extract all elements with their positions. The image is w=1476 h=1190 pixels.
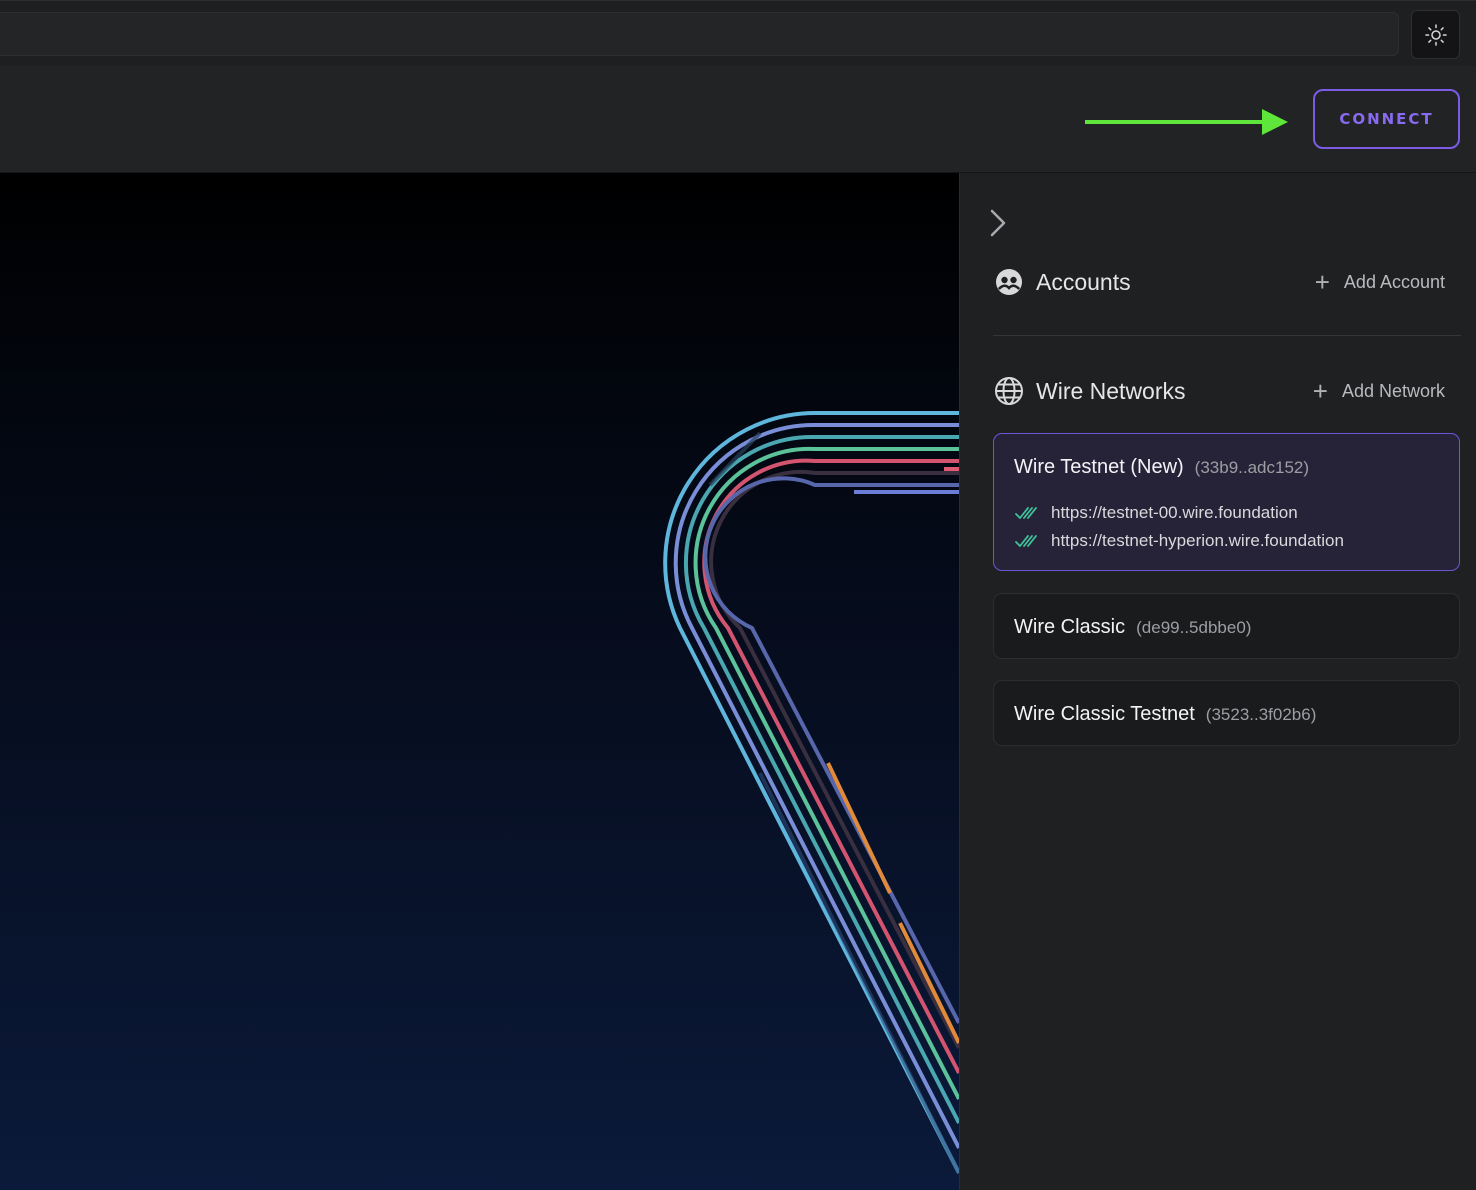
annotation-arrow-icon [1085, 109, 1288, 135]
endpoint-url: https://testnet-hyperion.wire.foundation [1051, 531, 1344, 550]
right-sidebar: Accounts + Add Account Wire Networks + A… [959, 173, 1476, 1190]
network-name: Wire Classic [1014, 616, 1126, 638]
wire-lines-graphic [663, 411, 959, 1174]
collapse-sidebar-button[interactable] [986, 205, 1010, 241]
accounts-title: Accounts [1036, 268, 1131, 295]
endpoint-url: https://testnet-00.wire.foundation [1051, 503, 1298, 522]
add-network-label: Add Network [1341, 380, 1445, 401]
sun-icon [1424, 23, 1447, 46]
networks-title: Wire Networks [1036, 377, 1186, 404]
double-check-icon [1015, 507, 1037, 519]
section-divider [993, 335, 1461, 336]
double-check-icon [1015, 535, 1037, 547]
globe-icon [993, 375, 1025, 407]
add-network-button[interactable]: + Add Network [1313, 378, 1445, 404]
network-title: Wire Classic Testnet (3523..3f02b6) [1014, 703, 1316, 726]
network-chain-id: (3523..3f02b6) [1205, 705, 1317, 724]
theme-toggle-button[interactable] [1411, 10, 1460, 59]
network-name: Wire Testnet (New) [1014, 456, 1184, 478]
network-chain-id: (33b9..adc152) [1194, 458, 1310, 477]
add-account-label: Add Account [1343, 271, 1445, 292]
network-title: Wire Testnet (New) (33b9..adc152) [1014, 456, 1309, 479]
endpoint-row: https://testnet-00.wire.foundation [1014, 503, 1298, 523]
network-chain-id: (de99..5dbbe0) [1136, 618, 1252, 637]
network-title: Wire Classic (de99..5dbbe0) [1014, 616, 1251, 639]
accounts-icon [993, 266, 1025, 298]
address-bar[interactable] [0, 12, 1399, 56]
accounts-section-header: Accounts + Add Account [993, 262, 1445, 302]
top-bar [0, 0, 1476, 66]
network-name: Wire Classic Testnet [1014, 703, 1195, 725]
network-card-wire-classic-testnet[interactable]: Wire Classic Testnet (3523..3f02b6) [993, 680, 1460, 746]
add-account-button[interactable]: + Add Account [1315, 269, 1445, 295]
chevron-right-icon [990, 209, 1006, 237]
networks-section-header: Wire Networks + Add Network [993, 371, 1445, 411]
connect-button[interactable]: CONNECT [1313, 89, 1460, 149]
hero-illustration [0, 173, 959, 1190]
network-card-wire-testnet-new[interactable]: Wire Testnet (New) (33b9..adc152) https:… [993, 433, 1460, 571]
plus-icon: + [1314, 267, 1330, 297]
plus-icon: + [1312, 376, 1328, 406]
endpoint-row: https://testnet-hyperion.wire.foundation [1014, 531, 1344, 551]
network-card-wire-classic[interactable]: Wire Classic (de99..5dbbe0) [993, 593, 1460, 659]
